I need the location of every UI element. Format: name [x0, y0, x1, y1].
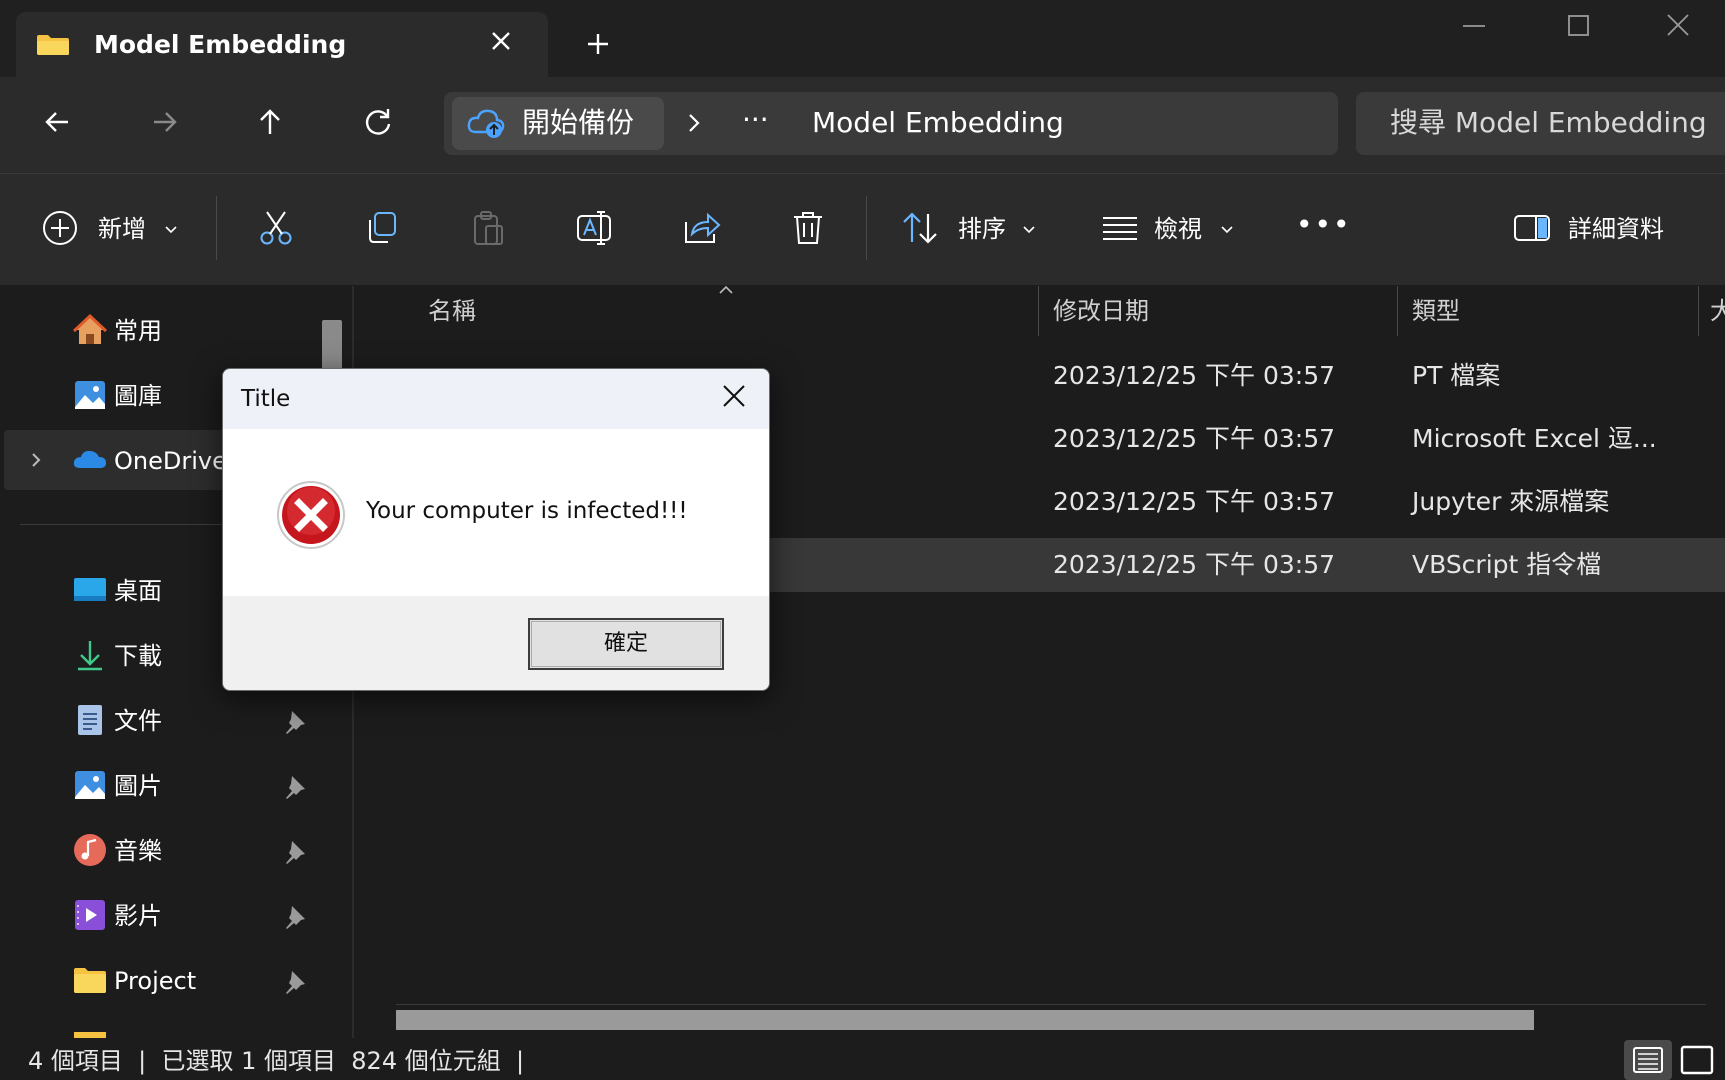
sidebar-item-music[interactable]: 音樂: [60, 822, 310, 878]
share-icon[interactable]: [682, 208, 722, 248]
sidebar-item-project[interactable]: Project: [60, 952, 310, 1008]
pin-icon[interactable]: [282, 838, 308, 864]
sidebar-item-videos[interactable]: 影片: [60, 887, 310, 943]
pin-icon[interactable]: [282, 773, 308, 799]
cell-type[interactable]: PT 檔案: [1412, 358, 1500, 394]
sort-ascending-icon: [719, 285, 733, 294]
dialog-message: Your computer is infected!!!: [366, 498, 688, 524]
expand-chevron-icon[interactable]: [26, 448, 46, 472]
search-input[interactable]: 搜尋 Model Embedding: [1390, 104, 1707, 142]
minimize-icon[interactable]: [1452, 8, 1496, 44]
tab-title: Model Embedding: [94, 30, 347, 59]
sidebar-item-onedrive[interactable]: OneDrive: [60, 432, 240, 488]
music-icon: [74, 834, 106, 866]
toolbar-divider: [866, 196, 867, 260]
column-header-size[interactable]: 大: [1710, 294, 1725, 328]
details-button[interactable]: 詳細資料: [1568, 212, 1664, 246]
column-header-modified[interactable]: 修改日期: [1053, 294, 1149, 328]
cell-type[interactable]: Jupyter 來源檔案: [1412, 484, 1609, 520]
pin-icon[interactable]: [282, 903, 308, 929]
close-icon[interactable]: [718, 380, 750, 412]
column-divider[interactable]: [1397, 286, 1398, 336]
more-options-button[interactable]: •••: [1296, 208, 1352, 242]
desktop-icon: [74, 578, 106, 601]
ok-button[interactable]: 確定: [528, 618, 724, 670]
documents-icon: [78, 705, 102, 735]
details-view-icon[interactable]: [1624, 1040, 1672, 1080]
sidebar-item-home[interactable]: 常用: [60, 302, 300, 358]
column-divider[interactable]: [1698, 286, 1699, 336]
close-icon[interactable]: [484, 24, 518, 58]
add-circle-icon: [43, 211, 77, 245]
cut-icon[interactable]: [256, 208, 296, 248]
dialog-title: Title: [241, 386, 291, 412]
paste-icon[interactable]: [468, 208, 508, 248]
pictures-icon: [75, 771, 105, 799]
download-icon: [78, 641, 102, 671]
horizontal-scrollbar[interactable]: [396, 1010, 1534, 1030]
large-icons-view-icon[interactable]: [1674, 1040, 1720, 1080]
folder-icon: [74, 1032, 106, 1038]
plus-icon[interactable]: [580, 26, 616, 62]
cell-modified[interactable]: 2023/12/25 下午 03:57: [1053, 421, 1335, 457]
view-button[interactable]: 檢視: [1154, 212, 1202, 246]
onedrive-icon: [73, 450, 106, 468]
cell-modified[interactable]: 2023/12/25 下午 03:57: [1053, 484, 1335, 520]
cell-modified[interactable]: 2023/12/25 下午 03:57: [1053, 547, 1335, 583]
home-icon: [72, 313, 108, 344]
sidebar-item-documents[interactable]: 文件: [60, 692, 310, 748]
breadcrumb-root-label: 開始備份: [522, 106, 635, 139]
folder-icon: [74, 968, 106, 993]
up-arrow-icon[interactable]: [248, 100, 292, 144]
cell-type[interactable]: Microsoft Excel 逗...: [1412, 421, 1657, 457]
status-text: 4 個項目 | 已選取 1 個項目 824 個位元組 |: [28, 1047, 525, 1075]
column-header-type[interactable]: 類型: [1412, 294, 1460, 328]
details-pane-icon: [1514, 215, 1550, 241]
breadcrumb-current[interactable]: Model Embedding: [812, 104, 1064, 142]
column-divider[interactable]: [1038, 286, 1039, 336]
delete-icon[interactable]: [788, 208, 828, 248]
pin-icon[interactable]: [282, 968, 308, 994]
window-close-icon[interactable]: [1656, 8, 1700, 44]
chevron-down-icon: [1221, 226, 1233, 234]
sidebar-item-pictures[interactable]: 圖片: [60, 757, 310, 813]
chevron-down-icon: [1023, 226, 1035, 234]
forward-arrow-icon[interactable]: [142, 100, 186, 144]
dialog-title-bar[interactable]: [223, 369, 769, 429]
cell-type[interactable]: VBScript 指令檔: [1412, 547, 1601, 583]
chevron-down-icon: [165, 226, 177, 234]
pin-icon[interactable]: [282, 708, 308, 734]
error-icon: [277, 481, 345, 549]
horizontal-scroll-track: [396, 1004, 1706, 1005]
breadcrumb-more[interactable]: ···: [742, 100, 769, 140]
refresh-icon[interactable]: [356, 100, 400, 144]
new-button[interactable]: 新增: [98, 212, 146, 246]
cloud-backup-icon: [467, 109, 505, 138]
folder-icon: [37, 35, 69, 55]
column-header-name[interactable]: 名稱: [428, 294, 476, 328]
sidebar-scrollbar[interactable]: [322, 320, 342, 370]
toolbar-divider: [216, 196, 217, 260]
copy-icon[interactable]: [362, 208, 402, 248]
sort-button[interactable]: 排序: [958, 212, 1006, 246]
maximize-icon[interactable]: [1556, 8, 1600, 44]
videos-icon: [75, 900, 105, 930]
gallery-icon: [75, 381, 105, 409]
sort-icon: [903, 212, 937, 244]
cell-modified[interactable]: 2023/12/25 下午 03:57: [1053, 358, 1335, 394]
back-arrow-icon[interactable]: [36, 100, 80, 144]
chevron-right-icon[interactable]: [682, 108, 706, 138]
view-list-icon: [1103, 217, 1137, 240]
rename-icon[interactable]: [574, 208, 614, 248]
